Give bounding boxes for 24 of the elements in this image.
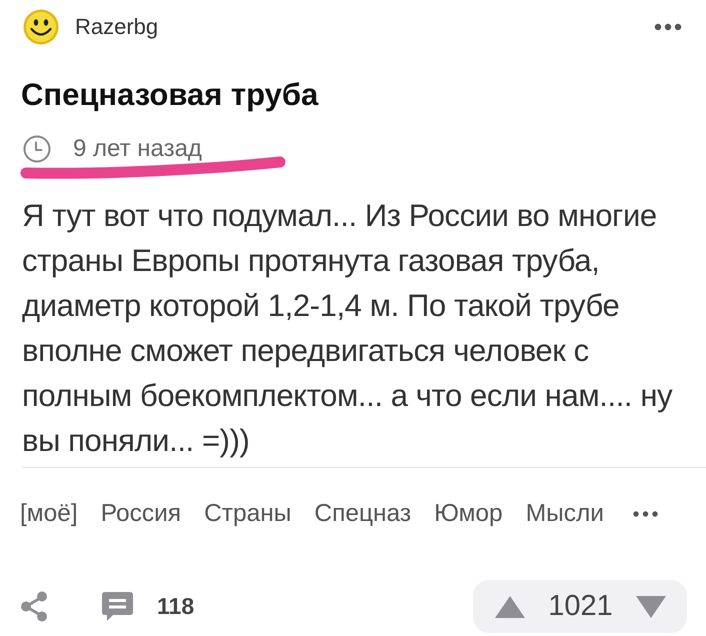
smiley-avatar-icon[interactable] [23, 9, 59, 45]
clock-icon [23, 135, 51, 163]
comments-button[interactable] [101, 591, 134, 622]
comment-count: 118 [157, 593, 194, 620]
down-triangle-icon [634, 594, 667, 618]
share-icon [20, 591, 48, 622]
comment-icon [101, 591, 134, 622]
upvote-button[interactable] [494, 594, 526, 618]
share-button[interactable] [20, 591, 48, 622]
rating-count: 1021 [548, 590, 613, 623]
tag-link[interactable]: Россия [100, 496, 182, 532]
tag-link[interactable]: Спецназ [314, 496, 412, 532]
post-text: Я тут вот что подумал... Из России во многие страны Европы протянута газовая труба, диаметр которой 1,2-1,4 м. По такой трубе вполне сможет передвигаться человек с полным боекомплектом... а что если нам.... ну вы поняли... =))) [22, 197, 674, 460]
downvote-button[interactable] [634, 594, 667, 618]
up-triangle-icon [494, 594, 526, 618]
tag-link[interactable]: Страны [204, 496, 292, 532]
more-tags-icon[interactable] [632, 511, 658, 517]
more-options-icon[interactable] [654, 23, 682, 31]
author-name[interactable]: Razerbg [75, 14, 158, 40]
tag-link[interactable]: Мысли [526, 496, 604, 532]
post-time: 9 лет назад [73, 135, 202, 163]
tag-link[interactable]: [моё] [20, 496, 78, 532]
tag-link[interactable]: Юмор [434, 496, 503, 532]
post-title: Спецназовая труба [21, 77, 318, 113]
